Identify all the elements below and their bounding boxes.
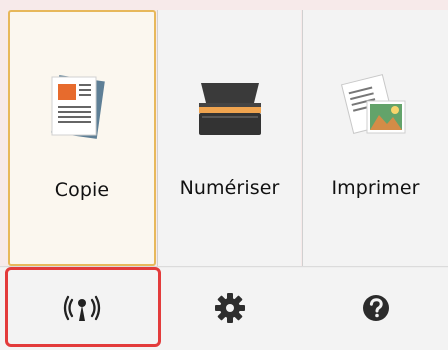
print-label: Imprimer	[331, 177, 420, 199]
print-photo-icon	[336, 68, 416, 148]
printer-home-screen: Copie Numériser Imprimer	[0, 0, 448, 350]
wireless-button[interactable]	[8, 266, 156, 349]
copy-label: Copie	[54, 179, 110, 201]
gear-icon	[214, 292, 245, 323]
help-icon	[362, 294, 389, 321]
help-button[interactable]	[303, 266, 448, 349]
wireless-lan-icon	[63, 295, 101, 321]
scan-label: Numériser	[179, 177, 280, 199]
scanner-icon	[190, 68, 270, 148]
copy-tile[interactable]: Copie	[8, 10, 156, 266]
settings-button[interactable]	[158, 266, 301, 349]
print-tile[interactable]: Imprimer	[303, 10, 448, 266]
scan-tile[interactable]: Numériser	[158, 10, 301, 266]
copy-document-icon	[42, 70, 122, 150]
